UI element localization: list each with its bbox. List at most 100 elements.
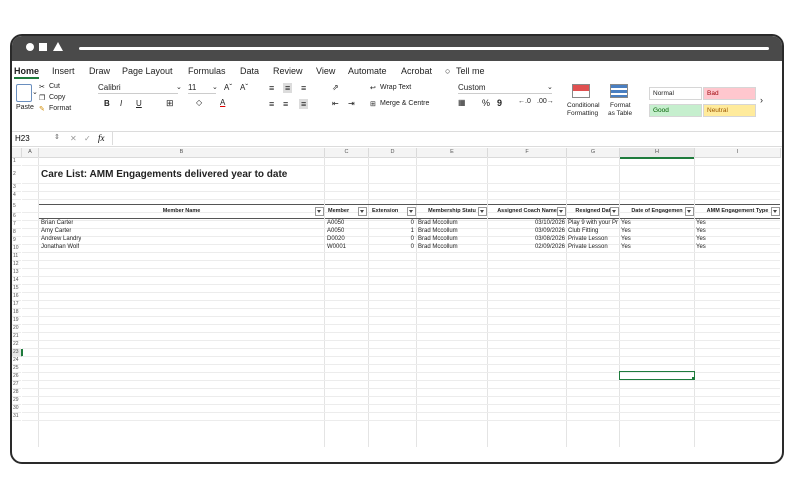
- header-assigned-coach[interactable]: Assigned Coach Name: [488, 204, 566, 219]
- filter-dropdown-icon[interactable]: [478, 207, 487, 216]
- row-header-28[interactable]: 28: [12, 389, 21, 397]
- col-header-f[interactable]: F: [488, 148, 567, 158]
- col-header-c[interactable]: C: [325, 148, 369, 158]
- row-header-22[interactable]: 22: [12, 341, 21, 349]
- cell-member-name[interactable]: Brian Carter: [41, 219, 73, 227]
- cell-member-name[interactable]: Amy Carter: [41, 227, 71, 235]
- cell-flag[interactable]: Yes: [696, 243, 706, 251]
- font-color-icon[interactable]: A: [220, 98, 225, 107]
- percent-button[interactable]: %: [482, 98, 490, 108]
- font-name-select[interactable]: Calibri: [98, 83, 178, 94]
- tab-home[interactable]: Home: [14, 66, 40, 79]
- cut-button[interactable]: Cut: [49, 83, 60, 90]
- paste-button[interactable]: Paste: [16, 104, 34, 111]
- cell-member-name[interactable]: Jonathan Wolf: [41, 243, 79, 251]
- cell-flag[interactable]: Yes: [621, 219, 631, 227]
- filter-dropdown-icon[interactable]: [610, 207, 619, 216]
- row-header-20[interactable]: 20: [12, 325, 21, 333]
- confirm-icon[interactable]: ✓: [84, 134, 91, 143]
- align-center-icon[interactable]: ≡: [283, 99, 288, 109]
- cell-coach[interactable]: Brad Mccollum: [418, 243, 458, 251]
- increase-indent-icon[interactable]: ⇥: [348, 99, 355, 108]
- align-top-icon[interactable]: ≡: [269, 83, 274, 93]
- insert-function-button[interactable]: fx: [98, 133, 105, 143]
- tab-page-layout[interactable]: Page Layout: [122, 66, 173, 76]
- tell-me[interactable]: Tell me: [456, 66, 485, 76]
- selected-cell[interactable]: [619, 371, 695, 380]
- cell-date[interactable]: 03/08/2026: [488, 235, 565, 243]
- row-header-2[interactable]: 2: [12, 166, 21, 184]
- filter-dropdown-icon[interactable]: [315, 207, 324, 216]
- cell-flag[interactable]: Yes: [696, 227, 706, 235]
- cell-date[interactable]: 03/10/2026: [488, 219, 565, 227]
- format-painter-icon[interactable]: ✎: [39, 105, 45, 113]
- merge-centre-button[interactable]: Merge & Centre: [380, 100, 429, 107]
- increase-font-icon[interactable]: Aˇ: [224, 83, 232, 92]
- select-all-corner[interactable]: [12, 148, 22, 158]
- tab-draw[interactable]: Draw: [89, 66, 110, 76]
- format-as-table-label[interactable]: Format: [610, 102, 631, 109]
- styles-next-icon[interactable]: ›: [760, 95, 763, 105]
- close-circle-icon[interactable]: [26, 43, 34, 51]
- cell-engagement[interactable]: Private Lesson: [568, 235, 619, 243]
- cancel-icon[interactable]: ✕: [70, 134, 77, 143]
- header-amm-engagement-type[interactable]: AMM Engagement Type: [695, 204, 780, 219]
- underline-button[interactable]: U: [136, 99, 142, 108]
- row-header-4[interactable]: 4: [12, 192, 21, 200]
- format-as-table-icon[interactable]: [610, 84, 628, 98]
- square-icon[interactable]: [39, 43, 47, 51]
- conditional-formatting-icon[interactable]: [572, 84, 590, 98]
- comma-style-button[interactable]: 9: [497, 98, 502, 108]
- filter-dropdown-icon[interactable]: [685, 207, 694, 216]
- copy-icon[interactable]: ❐: [39, 94, 45, 102]
- cell-flag[interactable]: Yes: [621, 227, 631, 235]
- cell-coach[interactable]: Brad Mccollum: [418, 227, 458, 235]
- row-header-13[interactable]: 13: [12, 269, 21, 277]
- borders-icon[interactable]: ⊞: [166, 98, 174, 109]
- name-box[interactable]: H23: [15, 134, 30, 143]
- align-bottom-icon[interactable]: ≡: [301, 83, 306, 93]
- cell-coach[interactable]: Brad Mccollum: [418, 219, 458, 227]
- style-neutral[interactable]: Neutral: [703, 104, 756, 117]
- col-header-h[interactable]: H: [620, 148, 695, 159]
- tab-view[interactable]: View: [316, 66, 335, 76]
- col-header-g[interactable]: G: [567, 148, 620, 158]
- row-header-18[interactable]: 18: [12, 309, 21, 317]
- cell-member-name[interactable]: Andrew Landry: [41, 235, 81, 243]
- font-name-dropdown-icon[interactable]: ⌄: [176, 83, 182, 91]
- format-painter-button[interactable]: Format: [49, 105, 71, 112]
- row-header-24[interactable]: 24: [12, 357, 21, 365]
- row-header-30[interactable]: 30: [12, 405, 21, 413]
- row-header-11[interactable]: 11: [12, 253, 21, 261]
- cell-extension[interactable]: 0: [369, 235, 414, 243]
- fill-color-icon[interactable]: ◇: [196, 98, 202, 107]
- header-membership-status[interactable]: Membership Statu: [417, 204, 487, 219]
- cell-extension[interactable]: 0: [369, 219, 414, 227]
- row-header-8[interactable]: 8: [12, 229, 21, 237]
- row-header-14[interactable]: 14: [12, 277, 21, 285]
- filter-dropdown-icon[interactable]: [771, 207, 780, 216]
- row-header-16[interactable]: 16: [12, 293, 21, 301]
- row-header-29[interactable]: 29: [12, 397, 21, 405]
- style-bad[interactable]: Bad: [703, 87, 756, 100]
- wrap-text-icon[interactable]: ↩: [370, 84, 376, 92]
- cell-engagement[interactable]: Play 9 with your Pr: [568, 219, 619, 227]
- cell-engagement[interactable]: Club Fitting: [568, 227, 619, 235]
- cell-engagement[interactable]: Private Lesson: [568, 243, 619, 251]
- style-normal[interactable]: Normal: [649, 87, 702, 100]
- cell-flag[interactable]: Yes: [696, 219, 706, 227]
- font-size-dropdown-icon[interactable]: ⌄: [212, 83, 218, 91]
- cell-member[interactable]: A0050: [327, 219, 344, 227]
- paste-icon[interactable]: [16, 84, 32, 102]
- row-header-21[interactable]: 21: [12, 333, 21, 341]
- filter-dropdown-icon[interactable]: [358, 207, 367, 216]
- number-format-dropdown-icon[interactable]: ⌄: [547, 83, 553, 91]
- row-header-5[interactable]: 5: [12, 200, 21, 213]
- row-header-1[interactable]: 1: [12, 158, 21, 166]
- scissors-icon[interactable]: ✂: [39, 83, 45, 91]
- col-header-b[interactable]: B: [39, 148, 325, 158]
- decrease-indent-icon[interactable]: ⇤: [332, 99, 339, 108]
- number-format-select[interactable]: Custom: [458, 83, 552, 94]
- tab-formulas[interactable]: Formulas: [188, 66, 226, 76]
- cell-member[interactable]: W0001: [327, 243, 346, 251]
